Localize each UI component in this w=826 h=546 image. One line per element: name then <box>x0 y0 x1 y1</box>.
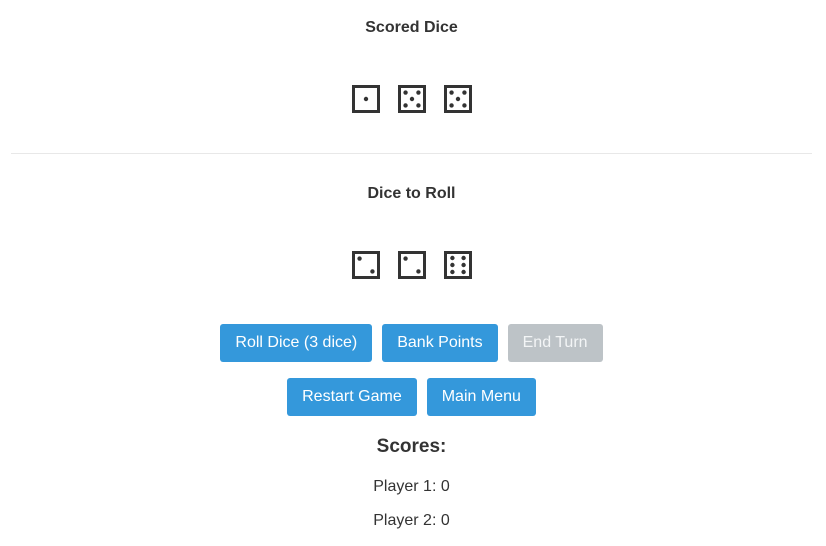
die-pip <box>363 96 368 102</box>
die-pip <box>415 90 421 95</box>
die-pip <box>461 103 467 108</box>
main-menu-button[interactable]: Main Menu <box>426 378 536 416</box>
end-turn-button[interactable]: End Turn <box>507 324 603 362</box>
section-divider <box>11 153 812 154</box>
die-pip <box>356 256 362 261</box>
menu-buttons-row: Restart Game Main Menu <box>0 378 823 416</box>
die-pip <box>460 269 466 275</box>
player-1-score: Player 1: 0 <box>373 478 450 495</box>
die-pip <box>402 90 408 95</box>
die-pip <box>455 96 460 102</box>
die-pip <box>449 269 455 275</box>
scored-dice-title: Scored Dice <box>365 19 458 36</box>
dice-to-roll-title: Dice to Roll <box>367 185 456 202</box>
die-pip <box>369 269 375 274</box>
roll-die-2 <box>397 251 426 279</box>
roll-dice-button[interactable]: Roll Dice (3 dice) <box>220 324 373 362</box>
game-screen: Scored Dice Dice to Roll Roll Dice (3 di… <box>0 0 826 546</box>
die-pip <box>460 255 466 261</box>
die-pip <box>448 90 454 95</box>
die-face <box>397 251 426 279</box>
scored-die-3 <box>443 85 472 113</box>
die-pip <box>460 262 466 268</box>
die-pip <box>461 90 467 95</box>
action-buttons-row: Roll Dice (3 dice) Bank Points End Turn <box>0 324 823 362</box>
bank-points-button[interactable]: Bank Points <box>382 324 498 362</box>
scores-title: Scores: <box>376 436 447 457</box>
die-pip <box>402 256 408 261</box>
roll-die-1 <box>351 251 380 279</box>
player-2-score: Player 2: 0 <box>373 512 450 529</box>
scored-die-1 <box>351 85 380 113</box>
die-pip <box>415 269 421 274</box>
die-pip <box>415 103 421 108</box>
die-face <box>351 251 380 279</box>
scored-die-2 <box>397 85 426 113</box>
die-pip <box>449 262 455 268</box>
dice-to-roll-row <box>0 251 823 279</box>
roll-die-3 <box>443 251 472 279</box>
die-pip <box>448 103 454 108</box>
die-pip <box>449 255 455 261</box>
scored-dice-row <box>0 85 823 113</box>
die-pip <box>409 96 414 102</box>
die-face <box>443 251 472 279</box>
restart-game-button[interactable]: Restart Game <box>287 378 417 416</box>
die-pip <box>402 103 408 108</box>
